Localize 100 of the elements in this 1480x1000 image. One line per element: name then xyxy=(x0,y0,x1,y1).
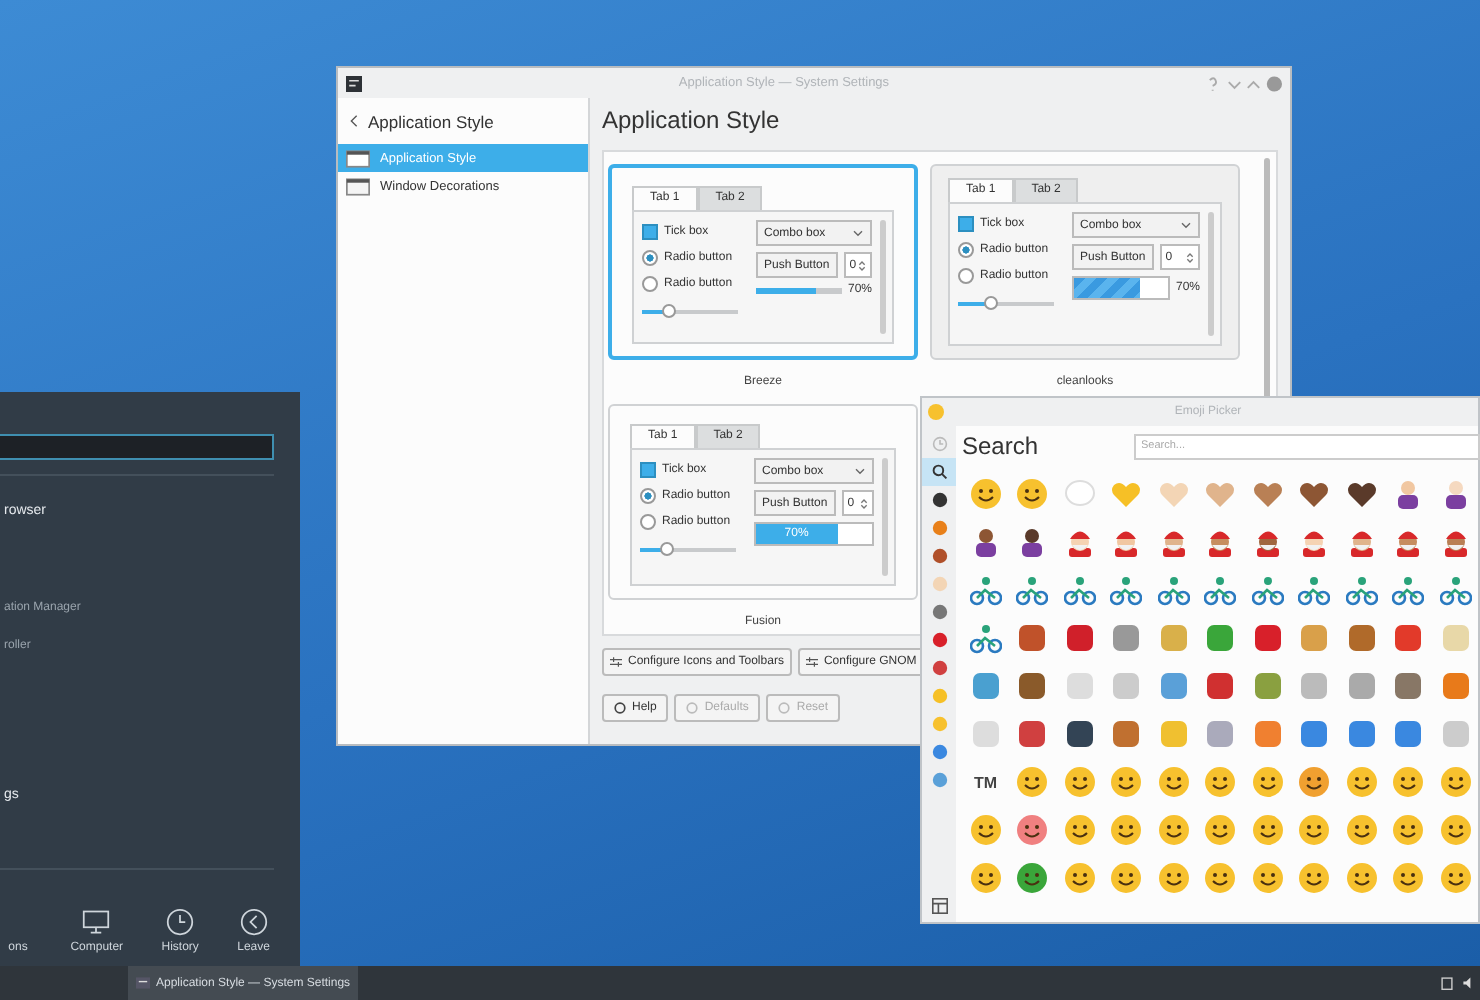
cyclist-icon[interactable] xyxy=(1392,574,1425,606)
emoji-icon[interactable] xyxy=(1063,718,1096,750)
santa-icon[interactable] xyxy=(1251,526,1284,558)
emoji-icon[interactable] xyxy=(1016,622,1049,654)
layout-icon[interactable] xyxy=(931,898,947,914)
santa-icon[interactable] xyxy=(1392,526,1425,558)
emoji-icon[interactable] xyxy=(1392,622,1425,654)
cyclist-icon[interactable] xyxy=(1063,574,1096,606)
spin-arrows-icon[interactable] xyxy=(858,257,866,273)
cyclist-icon[interactable] xyxy=(1345,574,1378,606)
smiley-icon[interactable] xyxy=(1204,766,1237,798)
smiley-icon[interactable] xyxy=(1392,862,1425,894)
slider-handle[interactable] xyxy=(662,304,677,318)
santa-icon[interactable] xyxy=(1110,526,1143,558)
smiley-icon[interactable] xyxy=(1251,862,1284,894)
emoji-icon[interactable] xyxy=(1204,670,1237,702)
cyclist-icon[interactable] xyxy=(1439,574,1472,606)
smiley-icon[interactable] xyxy=(1439,862,1472,894)
emoji-icon[interactable] xyxy=(1016,718,1049,750)
smiley-icon[interactable] xyxy=(1298,766,1331,798)
emoji-icon[interactable] xyxy=(1345,622,1378,654)
smiley-icon[interactable] xyxy=(1016,862,1049,894)
slider-handle[interactable] xyxy=(660,542,675,556)
smiley-icon[interactable] xyxy=(1016,766,1049,798)
smiley-icon[interactable] xyxy=(1298,814,1331,846)
cyclist-icon[interactable] xyxy=(1204,574,1237,606)
cyclist-icon[interactable] xyxy=(1298,574,1331,606)
spin-arrows-icon[interactable] xyxy=(1186,249,1194,265)
smiley-icon[interactable] xyxy=(1110,862,1143,894)
scrollbar[interactable] xyxy=(882,458,888,576)
slider-handle[interactable] xyxy=(983,296,998,310)
window-icon xyxy=(346,177,370,195)
heart-icon[interactable] xyxy=(1298,478,1331,510)
smiley-icon[interactable] xyxy=(1157,766,1190,798)
checkbox[interactable] xyxy=(642,223,658,239)
window-controls-icon[interactable] xyxy=(1206,73,1282,93)
santa-icon[interactable] xyxy=(1204,526,1237,558)
cyclist-icon[interactable] xyxy=(969,622,1002,654)
speaker-icon[interactable] xyxy=(1462,976,1476,990)
cyclist-icon[interactable] xyxy=(1110,574,1143,606)
emoji-icon[interactable] xyxy=(1251,622,1284,654)
smiley-icon[interactable] xyxy=(1439,766,1472,798)
button-icon xyxy=(686,702,699,714)
smiley-icon[interactable] xyxy=(1204,814,1237,846)
smiley-icon[interactable] xyxy=(1157,862,1190,894)
santa-icon[interactable] xyxy=(1157,526,1190,558)
smiley-icon[interactable] xyxy=(1251,766,1284,798)
santa-icon[interactable] xyxy=(1063,526,1096,558)
trademark-symbol[interactable]: TM xyxy=(973,773,998,791)
smiley-icon[interactable] xyxy=(969,814,1002,846)
spin-arrows-icon[interactable] xyxy=(860,495,868,511)
smiley-icon[interactable] xyxy=(1063,814,1096,846)
clipboard-icon[interactable] xyxy=(1440,976,1454,990)
app-icon xyxy=(136,976,150,990)
smiley-icon[interactable] xyxy=(1439,814,1472,846)
smiley-icon[interactable] xyxy=(1016,478,1049,510)
radio-button[interactable] xyxy=(640,487,656,503)
smiley-icon[interactable] xyxy=(969,478,1002,510)
radio-button[interactable] xyxy=(958,241,974,257)
santa-icon[interactable] xyxy=(1345,526,1378,558)
heart-icon[interactable] xyxy=(1345,478,1378,510)
cyclist-icon[interactable] xyxy=(1251,574,1284,606)
checkbox[interactable] xyxy=(640,461,656,477)
smiley-icon[interactable] xyxy=(1016,814,1049,846)
smiley-icon[interactable] xyxy=(969,862,1002,894)
smiley-icon[interactable] xyxy=(1298,862,1331,894)
cyclist-icon[interactable] xyxy=(1157,574,1190,606)
smiley-icon[interactable] xyxy=(1110,766,1143,798)
smiley-icon[interactable] xyxy=(1392,766,1425,798)
search-field[interactable] xyxy=(0,434,274,460)
smiley-icon[interactable] xyxy=(1345,814,1378,846)
smiley-icon[interactable] xyxy=(1345,862,1378,894)
smiley-icon[interactable] xyxy=(1110,814,1143,846)
santa-icon[interactable] xyxy=(1439,526,1472,558)
monitor-icon xyxy=(82,908,111,936)
back-icon[interactable] xyxy=(350,114,358,128)
smiley-icon[interactable] xyxy=(1204,862,1237,894)
cyclist-icon[interactable] xyxy=(969,574,1002,606)
smiley-icon[interactable] xyxy=(1345,766,1378,798)
sidebar-header: Application Style xyxy=(368,111,494,131)
category-tab[interactable] xyxy=(922,458,956,486)
scrollbar[interactable] xyxy=(880,220,886,334)
emoji-icon[interactable] xyxy=(1016,670,1049,702)
checkbox[interactable] xyxy=(958,215,974,231)
smiley-icon[interactable] xyxy=(1392,814,1425,846)
smiley-icon[interactable] xyxy=(1157,814,1190,846)
emoji-icon[interactable] xyxy=(1063,622,1096,654)
emoji-icon[interactable] xyxy=(1392,670,1425,702)
smiley-icon[interactable] xyxy=(1251,814,1284,846)
smiley-icon[interactable] xyxy=(1063,766,1096,798)
button-icon xyxy=(778,702,791,714)
radio-button[interactable] xyxy=(958,267,974,283)
smiley-icon[interactable] xyxy=(1063,862,1096,894)
sliders-icon xyxy=(805,656,818,668)
scrollbar[interactable] xyxy=(1208,212,1214,336)
radio-button[interactable] xyxy=(642,249,658,265)
santa-icon[interactable] xyxy=(1298,526,1331,558)
radio-button[interactable] xyxy=(640,513,656,529)
radio-button[interactable] xyxy=(642,275,658,291)
cyclist-icon[interactable] xyxy=(1016,574,1049,606)
